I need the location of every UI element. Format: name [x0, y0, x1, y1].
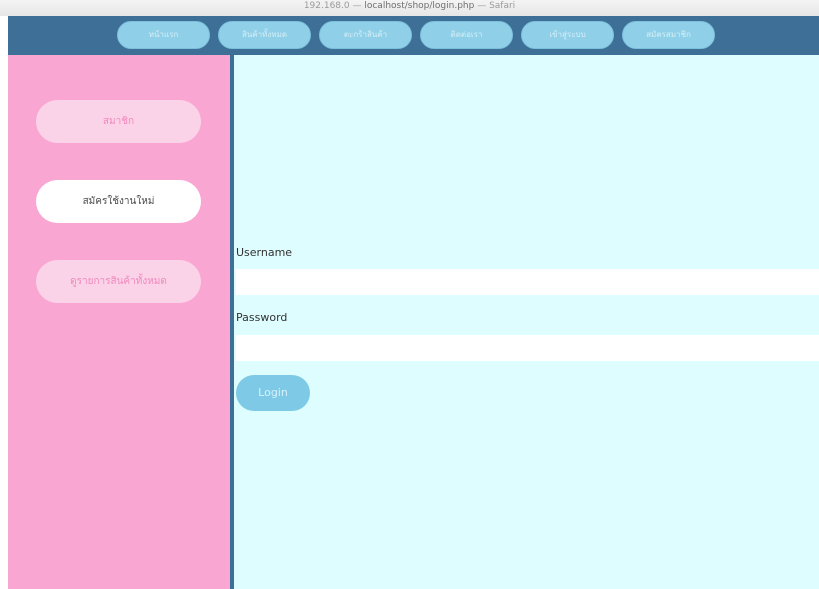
- login-button[interactable]: Login: [236, 375, 310, 411]
- window-title-suffix: — Safari: [474, 1, 516, 11]
- window-title-bar: 192.168.0 — localhost/shop/login.php — S…: [0, 0, 819, 16]
- sidebar: สมาชิก สมัครใช้งานใหม่ ดูรายการสินค้าทั้…: [8, 55, 230, 589]
- sidebar-item-new-signup[interactable]: สมัครใช้งานใหม่: [36, 180, 201, 223]
- sidebar-item-member[interactable]: สมาชิก: [36, 100, 201, 143]
- nav-item-all-products[interactable]: สินค้าทั้งหมด: [218, 21, 311, 49]
- main-content: Username Password Login: [234, 55, 819, 589]
- nav-item-cart[interactable]: ตะกร้าสินค้า: [319, 21, 412, 49]
- sidebar-item-all-products[interactable]: ดูรายการสินค้าทั้งหมด: [36, 260, 201, 303]
- nav-item-home[interactable]: หน้าแรก: [117, 21, 210, 49]
- top-navigation-bar: หน้าแรก สินค้าทั้งหมด ตะกร้าสินค้า ติดต่…: [8, 16, 819, 55]
- username-field[interactable]: [236, 269, 819, 295]
- username-label: Username: [236, 246, 293, 259]
- nav-item-login[interactable]: เข้าสู่ระบบ: [521, 21, 614, 49]
- window-title-prefix: 192.168.0 —: [303, 1, 365, 11]
- nav-item-contact[interactable]: ติดต่อเรา: [420, 21, 513, 49]
- nav-item-register[interactable]: สมัครสมาชิก: [622, 21, 715, 49]
- password-label: Password: [236, 311, 288, 324]
- window-title-url: localhost/shop/login.php: [364, 1, 475, 11]
- password-field[interactable]: [236, 335, 819, 361]
